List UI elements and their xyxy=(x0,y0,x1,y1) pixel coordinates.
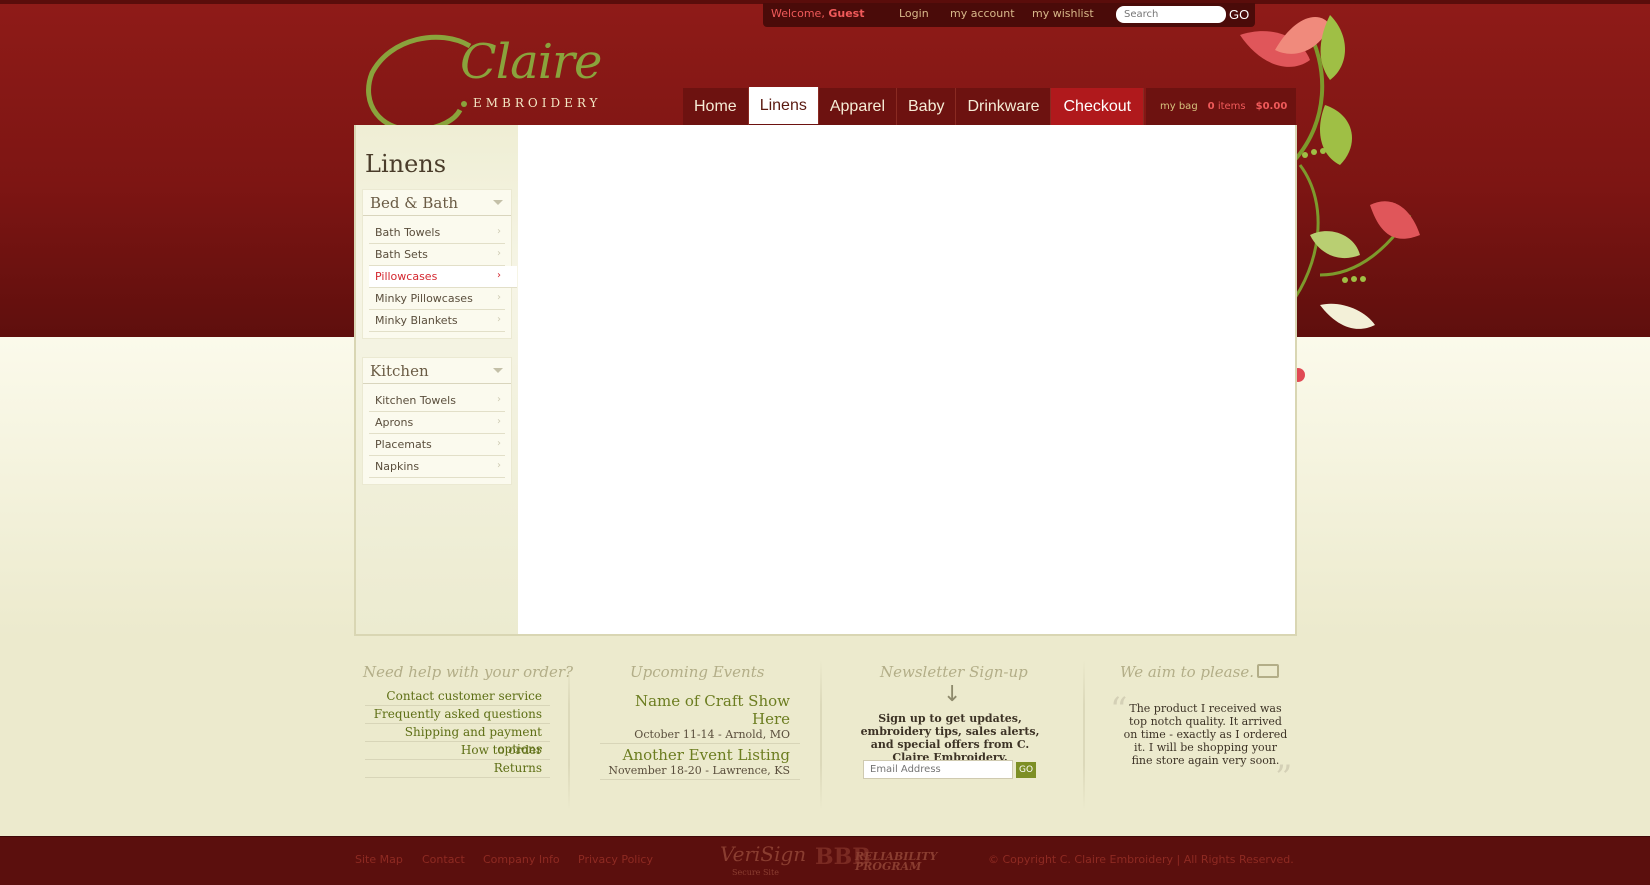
close-quote-icon: ” xyxy=(1275,758,1293,798)
company-info-link[interactable]: Company Info xyxy=(483,853,560,866)
sidebar-item-minky-blankets[interactable]: Minky Blankets › xyxy=(369,310,505,332)
event-date: October 11-14 - Arnold, MO xyxy=(634,728,790,741)
chevron-right-icon: › xyxy=(497,226,501,237)
newsletter-go-button[interactable]: GO xyxy=(1016,762,1036,778)
sidebar-title: Linens xyxy=(365,150,447,178)
chevron-right-icon: › xyxy=(497,460,501,471)
newsletter-title: Newsletter Sign-up xyxy=(880,663,1028,681)
shopping-bag[interactable]: my bag 0 items $0.00 xyxy=(1146,88,1296,125)
chevron-down-icon xyxy=(493,200,503,205)
help-column: Need help with your order? Contact custo… xyxy=(355,660,573,810)
event-date: November 18-20 - Lawrence, KS xyxy=(608,764,790,777)
sidebar-item-kitchen-towels[interactable]: Kitchen Towels › xyxy=(369,390,505,412)
sidebar-item-pillowcases[interactable]: Pillowcases › xyxy=(369,266,517,288)
contact-service-link[interactable]: Contact customer service xyxy=(365,688,550,706)
event-item[interactable]: Another Event Listing November 18-20 - L… xyxy=(600,744,800,780)
footer-divider xyxy=(568,660,570,810)
testimonial-column: We aim to please. “ The product I receiv… xyxy=(1105,660,1300,810)
event-name: Name of Craft Show Here xyxy=(634,692,790,728)
bag-total: $0.00 xyxy=(1255,101,1288,112)
chevron-right-icon: › xyxy=(497,416,501,427)
category-header[interactable]: Kitchen xyxy=(363,358,511,384)
privacy-policy-link[interactable]: Privacy Policy xyxy=(578,853,653,866)
chevron-right-icon: › xyxy=(497,292,501,303)
testimonial-quote: The product I received was top notch qua… xyxy=(1123,702,1288,767)
chevron-right-icon: › xyxy=(497,438,501,449)
speech-bubble-icon xyxy=(1257,664,1279,678)
chevron-right-icon: › xyxy=(497,394,501,405)
verisign-badge[interactable]: VeriSign Secure Site xyxy=(720,842,807,877)
sidebar-item-placemats[interactable]: Placemats › xyxy=(369,434,505,456)
event-item[interactable]: Name of Craft Show Here October 11-14 - … xyxy=(600,690,800,744)
nav-checkout[interactable]: Checkout xyxy=(1051,88,1145,125)
arrow-down-icon: ↓ xyxy=(943,682,962,707)
category-header[interactable]: Bed & Bath xyxy=(363,190,511,216)
category-bed-bath: Bed & Bath Bath Towels › Bath Sets › Pillo… xyxy=(362,189,517,339)
events-title: Upcoming Events xyxy=(630,663,765,681)
sidebar-item-aprons[interactable]: Aprons › xyxy=(369,412,505,434)
chevron-down-icon xyxy=(493,368,503,373)
copyright: © Copyright C. Claire Embroidery | All R… xyxy=(988,853,1294,866)
verisign-name: VeriSign xyxy=(720,842,807,866)
logo-script: Claire xyxy=(460,34,602,90)
how-to-order-link[interactable]: How to order xyxy=(365,742,550,760)
contact-link[interactable]: Contact xyxy=(422,853,465,866)
guest-name: Guest xyxy=(828,7,865,20)
newsletter-text: Sign up to get updates, embroidery tips,… xyxy=(860,712,1040,764)
event-name: Another Event Listing xyxy=(622,746,790,764)
login-link[interactable]: Login xyxy=(899,7,929,20)
email-field[interactable] xyxy=(863,760,1013,779)
logo[interactable]: Claire EMBROIDERY xyxy=(360,28,620,138)
sidebar-item-bath-sets[interactable]: Bath Sets › xyxy=(369,244,505,266)
my-account-link[interactable]: my account xyxy=(950,7,1015,20)
nav-apparel[interactable]: Apparel xyxy=(819,88,897,125)
nav-baby[interactable]: Baby xyxy=(897,88,957,125)
shipping-payment-link[interactable]: Shipping and payment options xyxy=(365,724,550,756)
footer-divider xyxy=(1083,660,1085,810)
utility-bar: Welcome, Guest Login my account my wishl… xyxy=(763,3,1255,27)
footer-divider xyxy=(820,660,822,810)
content-frame: Linens Bed & Bath Bath Towels › Bath Sets… xyxy=(354,125,1297,636)
my-wishlist-link[interactable]: my wishlist xyxy=(1032,7,1094,20)
testimonial-title: We aim to please. xyxy=(1120,663,1254,681)
bag-label: my bag xyxy=(1160,101,1198,112)
nav-linens[interactable]: Linens xyxy=(748,87,819,124)
returns-link[interactable]: Returns xyxy=(365,760,550,778)
site-map-link[interactable]: Site Map xyxy=(355,853,403,866)
verisign-subtitle: Secure Site xyxy=(732,868,779,877)
newsletter-column: Newsletter Sign-up ↓ Sign up to get upda… xyxy=(850,660,1050,810)
nav-home[interactable]: Home xyxy=(683,88,749,125)
bag-items: 0 items xyxy=(1207,101,1246,112)
search-go-button[interactable]: GO xyxy=(1229,7,1249,22)
chevron-right-icon: › xyxy=(497,314,501,325)
main-nav: Home Linens Apparel Baby Drinkware Check… xyxy=(683,87,1145,125)
faq-link[interactable]: Frequently asked questions xyxy=(365,706,550,724)
logo-subtitle: EMBROIDERY xyxy=(473,96,602,110)
sidebar-item-bath-towels[interactable]: Bath Towels › xyxy=(369,222,505,244)
search-input[interactable] xyxy=(1116,6,1226,23)
sidebar-item-napkins[interactable]: Napkins › xyxy=(369,456,505,478)
events-column: Upcoming Events Name of Craft Show Here … xyxy=(595,660,805,810)
welcome-text: Welcome, Guest xyxy=(771,7,865,20)
chevron-right-icon: › xyxy=(497,248,501,259)
bbb-program: RELIABILITY PROGRAM xyxy=(855,850,938,873)
help-title: Need help with your order? xyxy=(363,663,574,681)
sidebar-item-minky-pillowcases[interactable]: Minky Pillowcases › xyxy=(369,288,505,310)
sidebar: Linens Bed & Bath Bath Towels › Bath Sets… xyxy=(356,125,518,634)
category-kitchen: Kitchen Kitchen Towels › Aprons › Placemat… xyxy=(362,357,512,485)
chevron-right-icon: › xyxy=(497,270,501,281)
nav-drinkware[interactable]: Drinkware xyxy=(956,88,1052,125)
